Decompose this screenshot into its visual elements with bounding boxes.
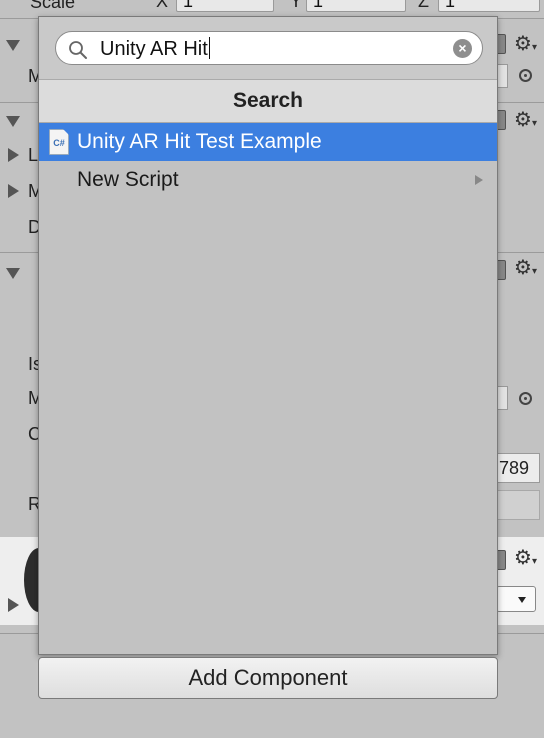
- clipped-label: L: [28, 145, 39, 165]
- gear-icon[interactable]: ⚙▾: [514, 548, 537, 572]
- scale-y-field[interactable]: 1: [306, 0, 406, 12]
- search-input[interactable]: Unity AR Hit: [100, 37, 210, 61]
- scale-y-label: Y: [290, 0, 303, 11]
- shader-dropdown[interactable]: [496, 586, 536, 612]
- foldout-arrow-icon[interactable]: [6, 40, 20, 51]
- foldout-arrow-icon[interactable]: [6, 116, 20, 127]
- result-item-label: New Script: [77, 168, 179, 191]
- expand-arrow-icon[interactable]: [8, 148, 19, 162]
- object-picker-icon[interactable]: [519, 69, 532, 82]
- scale-row: Scale X 1 Y 1 Z 1: [0, 0, 544, 14]
- add-component-button[interactable]: Add Component: [38, 657, 498, 699]
- gear-icon[interactable]: ⚙▾: [514, 258, 537, 282]
- text-caret: [208, 37, 210, 59]
- foldout-arrow-icon[interactable]: [6, 268, 20, 279]
- search-area: Unity AR Hit ×: [39, 17, 497, 79]
- result-item-unity-ar-hit-test-example[interactable]: C# Unity AR Hit Test Example: [39, 123, 497, 161]
- clear-search-icon[interactable]: ×: [453, 39, 472, 58]
- gear-icon[interactable]: ⚙▾: [514, 34, 537, 58]
- expand-arrow-icon[interactable]: [8, 184, 19, 198]
- result-item-new-script[interactable]: New Script: [39, 161, 497, 199]
- scale-z-label: Z: [418, 0, 429, 11]
- csharp-script-icon: C#: [49, 129, 69, 155]
- scale-x-label: X: [156, 0, 169, 11]
- result-item-label: Unity AR Hit Test Example: [77, 130, 322, 153]
- gear-icon[interactable]: ⚙▾: [514, 110, 537, 134]
- expand-arrow-icon[interactable]: [8, 598, 19, 612]
- number-field[interactable]: 789: [496, 453, 540, 483]
- scale-z-field[interactable]: 1: [438, 0, 540, 12]
- result-list: C# Unity AR Hit Test Example New Script: [39, 123, 497, 199]
- scale-label: Scale: [30, 0, 76, 12]
- search-field[interactable]: Unity AR Hit ×: [55, 31, 483, 65]
- search-icon: [69, 41, 87, 59]
- object-picker-icon[interactable]: [519, 392, 532, 405]
- scale-x-field[interactable]: 1: [176, 0, 274, 12]
- submenu-arrow-icon: [475, 175, 483, 185]
- add-component-popup: Unity AR Hit × Search C# Unity AR Hit Te…: [38, 16, 498, 655]
- popup-header: Search: [39, 79, 497, 123]
- input-field[interactable]: [496, 490, 540, 520]
